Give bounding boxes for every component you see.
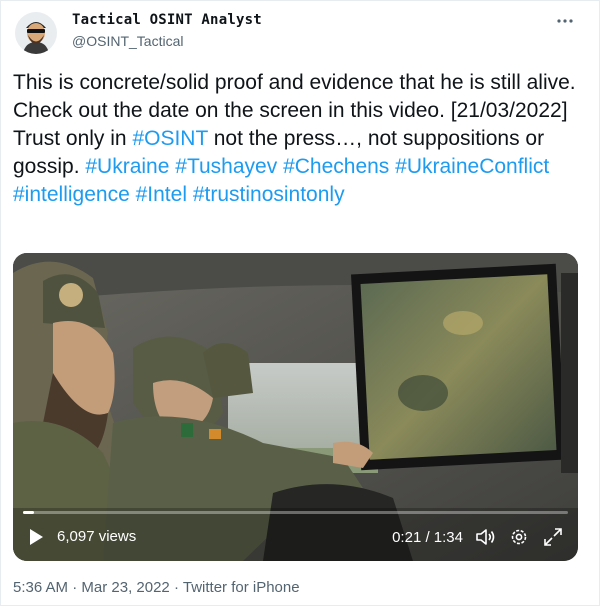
video-time: 0:21 / 1:34 [392, 529, 463, 546]
more-icon[interactable] [553, 9, 577, 33]
hashtag-link[interactable]: #OSINT [132, 127, 207, 150]
hashtag-link[interactable]: #Tushayev [175, 155, 277, 178]
video-player[interactable]: 6,097 views 0:21 / 1:34 [13, 253, 578, 561]
tweet-time[interactable]: 5:36 AM [13, 579, 68, 596]
hashtag-link[interactable]: #Ukraine [85, 155, 169, 178]
fullscreen-icon[interactable] [542, 526, 564, 548]
hashtag-link[interactable]: #Chechens [283, 155, 389, 178]
tweet-card: Tactical OSINT Analyst @OSINT_Tactical T… [0, 0, 600, 606]
avatar-illustration [15, 12, 57, 54]
settings-icon[interactable] [508, 526, 530, 548]
play-icon[interactable] [27, 528, 45, 546]
hashtag-link[interactable]: #trustinosintonly [193, 183, 345, 206]
hashtag-link[interactable]: #UkraineConflict [395, 155, 549, 178]
view-count: 6,097 views [57, 528, 137, 545]
hashtag-link[interactable]: #intelligence [13, 183, 130, 206]
meta-separator: · [72, 579, 78, 596]
author-handle[interactable]: @OSINT_Tactical [72, 33, 183, 49]
tweet-date[interactable]: Mar 23, 2022 [81, 579, 169, 596]
avatar[interactable] [15, 12, 57, 54]
tweet-source[interactable]: Twitter for iPhone [183, 579, 300, 596]
hashtag-link[interactable]: #Intel [136, 183, 187, 206]
author-name[interactable]: Tactical OSINT Analyst [72, 12, 262, 28]
volume-icon[interactable] [474, 526, 496, 548]
meta-separator: · [173, 579, 179, 596]
video-controls: 6,097 views 0:21 / 1:34 [13, 511, 578, 561]
tweet-text: This is concrete/solid proof and evidenc… [13, 69, 583, 209]
progress-bar[interactable] [23, 511, 568, 514]
progress-fill [23, 511, 34, 514]
tweet-meta: 5:36 AM · Mar 23, 2022 · Twitter for iPh… [13, 579, 300, 596]
